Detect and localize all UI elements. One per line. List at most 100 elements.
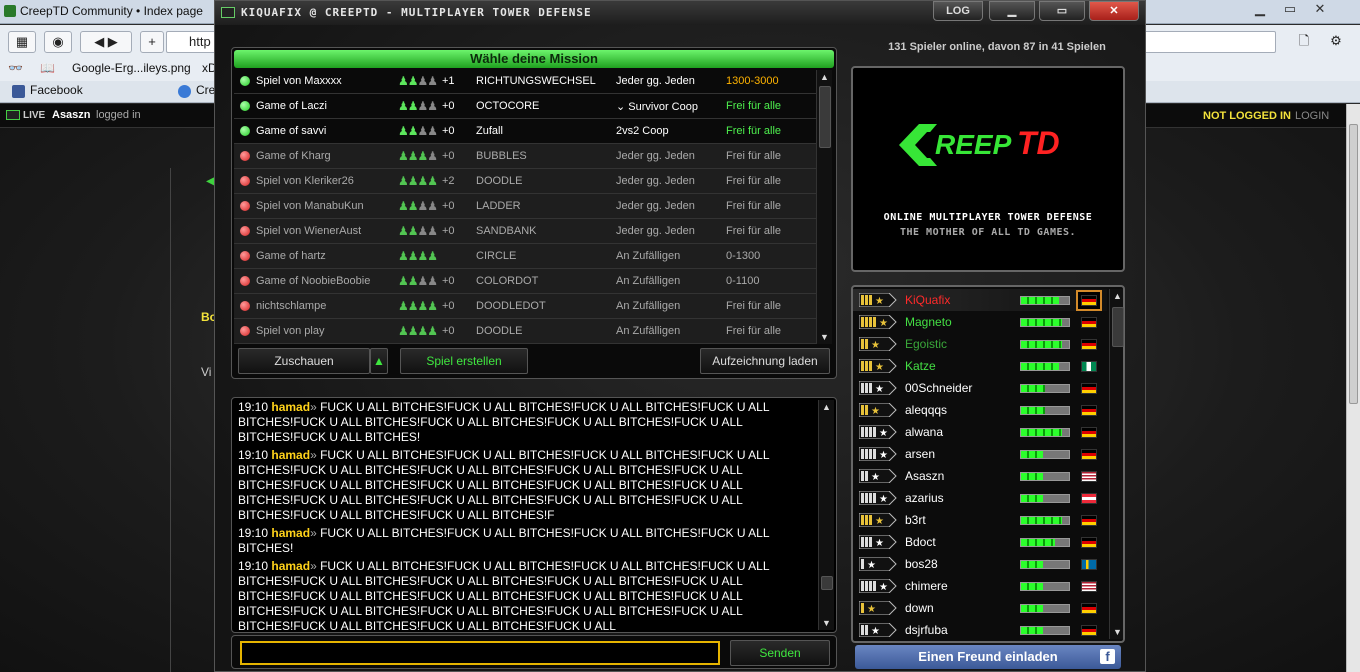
player-row[interactable]: ★ KiQuafix <box>853 289 1107 311</box>
settings-gear-icon[interactable]: ⚙ <box>1322 31 1350 53</box>
player-name[interactable]: down <box>905 601 934 615</box>
player-row[interactable]: ★ Asaszn <box>853 465 1107 487</box>
scroll-down-icon[interactable]: ▼ <box>1113 627 1122 637</box>
player-row[interactable]: ★ Katze <box>853 355 1107 377</box>
player-row[interactable]: ★ bos28 <box>853 553 1107 575</box>
book-icon[interactable]: 📖 <box>40 61 55 75</box>
page-scrollbar[interactable] <box>1346 104 1360 672</box>
glasses-icon[interactable]: 👓 <box>8 61 23 75</box>
missions-scrollbar[interactable]: ▲ ▼ <box>816 70 832 344</box>
flag-us-icon <box>1081 471 1097 482</box>
player-name[interactable]: 00Schneider <box>905 381 972 395</box>
minimize-button[interactable]: ▁ <box>989 1 1035 21</box>
player-row[interactable]: ★ azarius <box>853 487 1107 509</box>
closed-status-icon <box>240 276 250 286</box>
new-tab-icon[interactable]: + <box>140 31 164 53</box>
mission-row[interactable]: Spiel von ManabuKun ♟♟♟♟ +0 LADDER Jeder gg.… <box>234 194 816 219</box>
creeptd-tab[interactable]: Cre <box>178 83 215 98</box>
mission-row[interactable]: Game of NoobieBoobie ♟♟♟♟ +0 COLORDOT An Zuf… <box>234 269 816 294</box>
browser-minimize-button[interactable]: ▁ <box>1246 0 1274 20</box>
site-username[interactable]: Asaszn <box>52 109 91 121</box>
stop-icon[interactable]: ◉ <box>44 31 72 53</box>
player-row[interactable]: ★ Bdoct <box>853 531 1107 553</box>
chat-nick[interactable]: hamad <box>271 559 310 573</box>
player-slots-icon: ♟♟♟♟ <box>398 124 438 138</box>
mission-row[interactable]: Game of savvi ♟♟♟♟ +0 Zufall 2vs2 Coop Frei f… <box>234 119 816 144</box>
scroll-up-icon[interactable]: ▲ <box>822 402 831 412</box>
mission-row[interactable]: Game of hartz ♟♟♟♟ CIRCLE An Zufälligen 0-13… <box>234 244 816 269</box>
browser-tab[interactable]: CreepTD Community • Index page <box>0 0 214 24</box>
player-name[interactable]: Katze <box>905 359 936 373</box>
watch-expand-icon[interactable]: ▲ <box>370 348 388 374</box>
player-name[interactable]: bos28 <box>905 557 938 571</box>
chat-message: 19:10 hamad» FUCK U ALL BITCHES!FUCK U A… <box>238 526 816 556</box>
players-scroll-thumb[interactable] <box>1112 307 1124 347</box>
missions-scroll-thumb[interactable] <box>819 86 831 148</box>
back-forward-icon[interactable]: ◀ ▶ <box>80 31 132 53</box>
player-row[interactable]: ★ Magneto <box>853 311 1107 333</box>
chat-separator: » <box>310 559 321 573</box>
page-scrollbar-thumb[interactable] <box>1349 124 1358 404</box>
scroll-down-icon[interactable]: ▼ <box>820 332 829 342</box>
player-name[interactable]: KiQuafix <box>905 293 950 307</box>
mission-row[interactable]: Spiel von Kleriker26 ♟♟♟♟ +2 DOODLE Jeder gg… <box>234 169 816 194</box>
player-name[interactable]: alwana <box>905 425 943 439</box>
player-name[interactable]: Asaszn <box>905 469 944 483</box>
chat-nick[interactable]: hamad <box>271 448 310 462</box>
scroll-down-icon[interactable]: ▼ <box>822 618 831 628</box>
chat-nick[interactable]: hamad <box>271 400 310 414</box>
browser-maximize-button[interactable]: ▭ <box>1276 0 1304 20</box>
log-button[interactable]: LOG <box>933 1 983 21</box>
scroll-up-icon[interactable]: ▲ <box>820 72 829 82</box>
mission-mode: An Zufälligen <box>616 300 681 312</box>
players-scrollbar[interactable]: ▲ ▼ <box>1109 289 1124 639</box>
mission-row[interactable]: Spiel von play ♟♟♟♟ +0 DOODLE An Zufälligen F… <box>234 319 816 344</box>
mission-row[interactable]: Spiel von Maxxxx ♟♟♟♟ +1 RICHTUNGSWECHSEL Je… <box>234 69 816 94</box>
player-name[interactable]: b3rt <box>905 513 926 527</box>
close-button[interactable]: ✕ <box>1089 1 1139 21</box>
player-row[interactable]: ★ 00Schneider <box>853 377 1107 399</box>
mission-row[interactable]: Game of Laczi ♟♟♟♟ +0 OCTOCORE ⌄ Survivor Co… <box>234 94 816 119</box>
bookmark-item[interactable]: Google-Erg...ileys.png <box>72 61 191 75</box>
login-link[interactable]: LOGIN <box>1295 110 1329 122</box>
chat-scroll-thumb[interactable] <box>821 576 833 590</box>
player-row[interactable]: ★ dsjrfuba <box>853 619 1107 639</box>
invite-friend-button[interactable]: Einen Freund einladen f <box>855 645 1121 669</box>
facebook-tab[interactable]: Facebook <box>12 83 83 98</box>
player-row[interactable]: ★ Egoistic <box>853 333 1107 355</box>
player-row[interactable]: ★ arsen <box>853 443 1107 465</box>
load-replay-button[interactable]: Aufzeichnung laden <box>700 348 830 374</box>
scroll-up-icon[interactable]: ▲ <box>1113 291 1122 301</box>
browser-close-button[interactable]: ✕ <box>1306 0 1334 20</box>
player-row[interactable]: ★ b3rt <box>853 509 1107 531</box>
player-row[interactable]: ★ down <box>853 597 1107 619</box>
player-name[interactable]: Magneto <box>905 315 952 329</box>
player-name[interactable]: chimere <box>905 579 948 593</box>
player-name[interactable]: aleqqqs <box>905 403 947 417</box>
player-name[interactable]: arsen <box>905 447 935 461</box>
player-name[interactable]: azarius <box>905 491 944 505</box>
chat-nick[interactable]: hamad <box>271 526 310 540</box>
creeptd-logo: REEP TD <box>899 124 1060 166</box>
speed-dial-icon[interactable]: ▦ <box>8 31 36 53</box>
player-row[interactable]: ★ aleqqqs <box>853 399 1107 421</box>
chat-time: 19:10 <box>238 559 272 573</box>
logged-in-label: logged in <box>96 109 141 121</box>
mission-row[interactable]: Spiel von WienerAust ♟♟♟♟ +0 SANDBANK Jeder … <box>234 219 816 244</box>
watch-button[interactable]: Zuschauen <box>238 348 370 374</box>
player-name[interactable]: Egoistic <box>905 337 947 351</box>
player-row[interactable]: ★ chimere <box>853 575 1107 597</box>
mission-row[interactable]: nichtschlampe ♟♟♟♟ +0 DOODLEDOT An Zufällige… <box>234 294 816 319</box>
chat-scrollbar[interactable]: ▲ ▼ <box>818 400 834 630</box>
chat-input[interactable] <box>240 641 720 665</box>
mission-row[interactable]: Game of Kharg ♟♟♟♟ +0 BUBBLES Jeder gg. Jede… <box>234 144 816 169</box>
page-menu-icon[interactable]: 🗋 <box>1290 31 1318 53</box>
player-name[interactable]: Bdoct <box>905 535 936 549</box>
create-game-button[interactable]: Spiel erstellen <box>400 348 528 374</box>
player-name[interactable]: dsjrfuba <box>905 623 948 637</box>
chat-message: 19:10 hamad» FUCK U ALL BITCHES!FUCK U A… <box>238 559 816 630</box>
maximize-button[interactable]: ▭ <box>1039 1 1085 21</box>
send-button[interactable]: Senden <box>730 640 830 666</box>
app-titlebar[interactable]: KIQUAFIX @ CREEPTD - MULTIPLAYER TOWER D… <box>215 1 1145 25</box>
player-row[interactable]: ★ alwana <box>853 421 1107 443</box>
